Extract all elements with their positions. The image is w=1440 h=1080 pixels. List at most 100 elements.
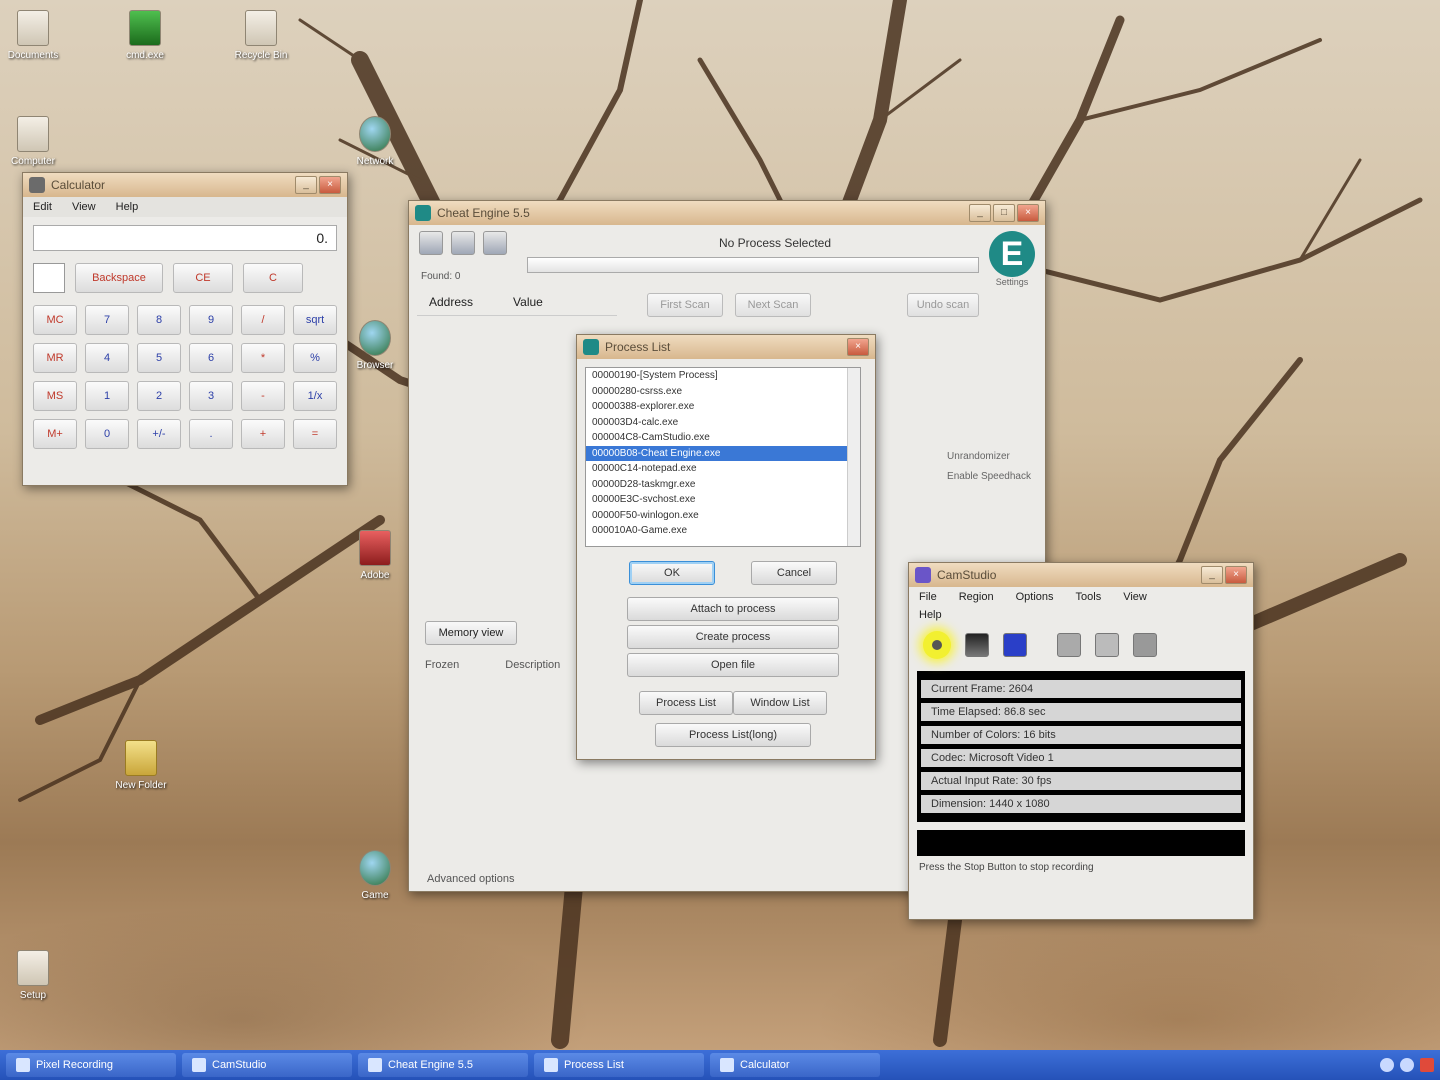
key[interactable]: % xyxy=(293,343,337,373)
next-scan-button[interactable]: Next Scan xyxy=(735,293,811,317)
menu-view[interactable]: View xyxy=(72,201,96,213)
backspace-button[interactable]: Backspace xyxy=(75,263,163,293)
menu-options[interactable]: Options xyxy=(1016,591,1054,603)
key[interactable]: 6 xyxy=(189,343,233,373)
desktop-icon-network[interactable]: Network xyxy=(330,116,420,167)
column-value[interactable]: Value xyxy=(513,295,543,309)
taskbar-item[interactable]: Cheat Engine 5.5 xyxy=(358,1053,528,1077)
cheat-engine-logo[interactable]: E Settings xyxy=(987,231,1037,303)
process-row[interactable]: 00000E3C-svchost.exe xyxy=(586,492,860,508)
stop-icon[interactable] xyxy=(1003,633,1027,657)
open-file-icon[interactable] xyxy=(451,231,475,255)
process-row[interactable]: 00000190-[System Process] xyxy=(586,368,860,384)
copy-icon[interactable] xyxy=(1095,633,1119,657)
close-icon[interactable] xyxy=(1420,1058,1434,1072)
process-row[interactable]: 00000C14-notepad.exe xyxy=(586,461,860,477)
menu-tools[interactable]: Tools xyxy=(1076,591,1102,603)
attach-process-button[interactable]: Attach to process xyxy=(627,597,839,621)
create-process-button[interactable]: Create process xyxy=(627,625,839,649)
key[interactable]: MC xyxy=(33,305,77,335)
key[interactable]: MR xyxy=(33,343,77,373)
close-icon[interactable]: × xyxy=(319,176,341,194)
tray-icon[interactable] xyxy=(1380,1058,1394,1072)
menu-view[interactable]: View xyxy=(1123,591,1147,603)
close-icon[interactable]: × xyxy=(847,338,869,356)
key[interactable]: * xyxy=(241,343,285,373)
process-row[interactable]: 00000F50-winlogon.exe xyxy=(586,508,860,524)
key[interactable]: +/- xyxy=(137,419,181,449)
taskbar-item[interactable]: Pixel Recording xyxy=(6,1053,176,1077)
key[interactable]: M+ xyxy=(33,419,77,449)
column-description[interactable]: Description xyxy=(505,659,560,671)
key[interactable]: + xyxy=(241,419,285,449)
taskbar-item[interactable]: Calculator xyxy=(710,1053,880,1077)
process-row[interactable]: 00000388-explorer.exe xyxy=(586,399,860,415)
key[interactable]: 1 xyxy=(85,381,129,411)
annotation-icon[interactable] xyxy=(1057,633,1081,657)
key[interactable]: = xyxy=(293,419,337,449)
advanced-options-link[interactable]: Advanced options xyxy=(427,873,514,885)
first-scan-button[interactable]: First Scan xyxy=(647,293,723,317)
process-row[interactable]: 000004C8-CamStudio.exe xyxy=(586,430,860,446)
key[interactable]: sqrt xyxy=(293,305,337,335)
key[interactable]: 0 xyxy=(85,419,129,449)
camstudio-titlebar[interactable]: CamStudio _ × xyxy=(909,563,1253,587)
close-icon[interactable]: × xyxy=(1017,204,1039,222)
settings-icon[interactable] xyxy=(1133,633,1157,657)
cheat-engine-titlebar[interactable]: Cheat Engine 5.5 _ □ × xyxy=(409,201,1045,225)
undo-scan-button[interactable]: Undo scan xyxy=(907,293,979,317)
process-row[interactable]: 00000280-csrss.exe xyxy=(586,384,860,400)
memory-view-button[interactable]: Memory view xyxy=(425,621,517,645)
desktop-icon-recycle-bin[interactable]: Recycle Bin xyxy=(216,10,306,61)
desktop-icon-adobe[interactable]: Adobe xyxy=(330,530,420,581)
record-icon[interactable] xyxy=(923,631,951,659)
process-list-titlebar[interactable]: Process List × xyxy=(577,335,875,359)
process-row[interactable]: 00000B08-Cheat Engine.exe xyxy=(586,445,860,461)
column-address[interactable]: Address xyxy=(429,295,473,309)
open-file-button[interactable]: Open file xyxy=(627,653,839,677)
desktop-icon-computer[interactable]: Computer xyxy=(0,116,78,167)
ok-button[interactable]: OK xyxy=(629,561,715,585)
process-row[interactable]: 000010A0-Game.exe xyxy=(586,523,860,539)
minimize-icon[interactable]: _ xyxy=(969,204,991,222)
process-row[interactable]: 000003D4-calc.exe xyxy=(586,415,860,431)
desktop-icon-documents[interactable]: Documents xyxy=(0,10,78,61)
key[interactable]: 3 xyxy=(189,381,233,411)
minimize-icon[interactable]: _ xyxy=(295,176,317,194)
menu-help[interactable]: Help xyxy=(919,609,942,621)
select-process-icon[interactable] xyxy=(419,231,443,255)
menu-file[interactable]: File xyxy=(919,591,937,603)
key[interactable]: . xyxy=(189,419,233,449)
calculator-titlebar[interactable]: Calculator _ × xyxy=(23,173,347,197)
key[interactable]: MS xyxy=(33,381,77,411)
desktop-icon-folder[interactable]: New Folder xyxy=(96,740,186,791)
menu-region[interactable]: Region xyxy=(959,591,994,603)
maximize-icon[interactable]: □ xyxy=(993,204,1015,222)
pause-icon[interactable] xyxy=(965,633,989,657)
key[interactable]: - xyxy=(241,381,285,411)
menu-edit[interactable]: Edit xyxy=(33,201,52,213)
minimize-icon[interactable]: _ xyxy=(1201,566,1223,584)
key[interactable]: 9 xyxy=(189,305,233,335)
key[interactable]: 1/x xyxy=(293,381,337,411)
desktop-icon-setup[interactable]: Setup xyxy=(0,950,78,1001)
speedhack-checkbox[interactable]: Enable Speedhack xyxy=(947,467,1031,487)
window-list-button[interactable]: Window List xyxy=(733,691,827,715)
process-listbox[interactable]: 00000190-[System Process] 00000280-csrss.… xyxy=(585,367,861,547)
key[interactable]: / xyxy=(241,305,285,335)
taskbar-item[interactable]: Process List xyxy=(534,1053,704,1077)
key[interactable]: 8 xyxy=(137,305,181,335)
key[interactable]: 2 xyxy=(137,381,181,411)
column-frozen[interactable]: Frozen xyxy=(425,659,459,671)
cancel-button[interactable]: Cancel xyxy=(751,561,837,585)
unrandomizer-checkbox[interactable]: Unrandomizer xyxy=(947,447,1031,467)
save-icon[interactable] xyxy=(483,231,507,255)
ce-button[interactable]: CE xyxy=(173,263,233,293)
menu-help[interactable]: Help xyxy=(116,201,139,213)
desktop-icon-cmd[interactable]: cmd.exe xyxy=(100,10,190,61)
key[interactable]: 5 xyxy=(137,343,181,373)
process-list-button[interactable]: Process List xyxy=(639,691,733,715)
key[interactable]: 7 xyxy=(85,305,129,335)
c-button[interactable]: C xyxy=(243,263,303,293)
process-list-long-button[interactable]: Process List(long) xyxy=(655,723,811,747)
